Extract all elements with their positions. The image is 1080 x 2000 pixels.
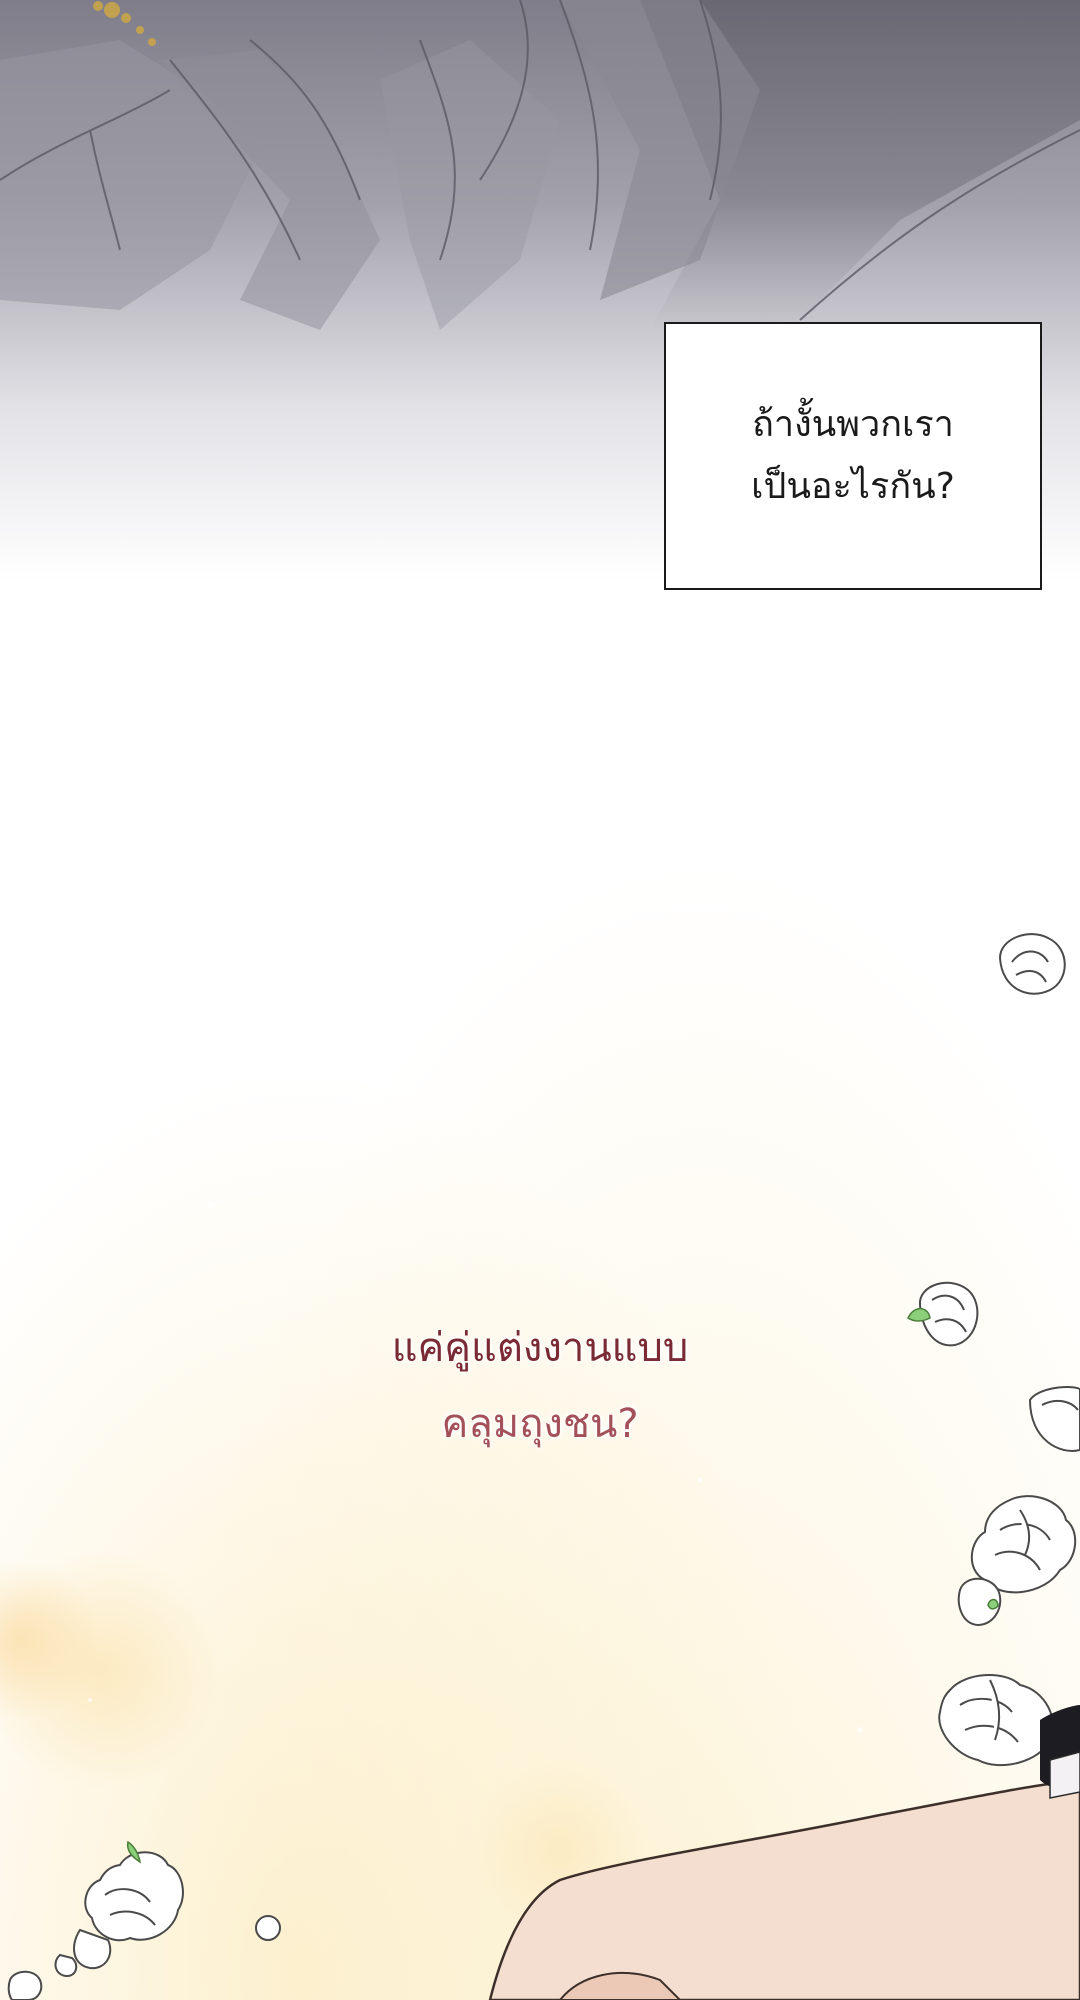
narration-box: ถ้างั้นพวกเรา เป็นอะไรกัน? xyxy=(664,322,1042,590)
narration-line-2: เป็นอะไรกัน? xyxy=(751,466,955,507)
dialogue-line-2: คลุมถุงชน? xyxy=(441,1401,639,1447)
narration-line-1: ถ้างั้นพวกเรา xyxy=(752,404,954,445)
dialogue-text: แค่คู่แต่งงานแบบ คลุมถุงชน? xyxy=(300,1310,780,1462)
comic-page: ถ้างั้นพวกเรา เป็นอะไรกัน? แค่คู่แต่งงาน… xyxy=(0,0,1080,2000)
dialogue-line-1: แค่คู่แต่งงานแบบ xyxy=(391,1325,689,1371)
